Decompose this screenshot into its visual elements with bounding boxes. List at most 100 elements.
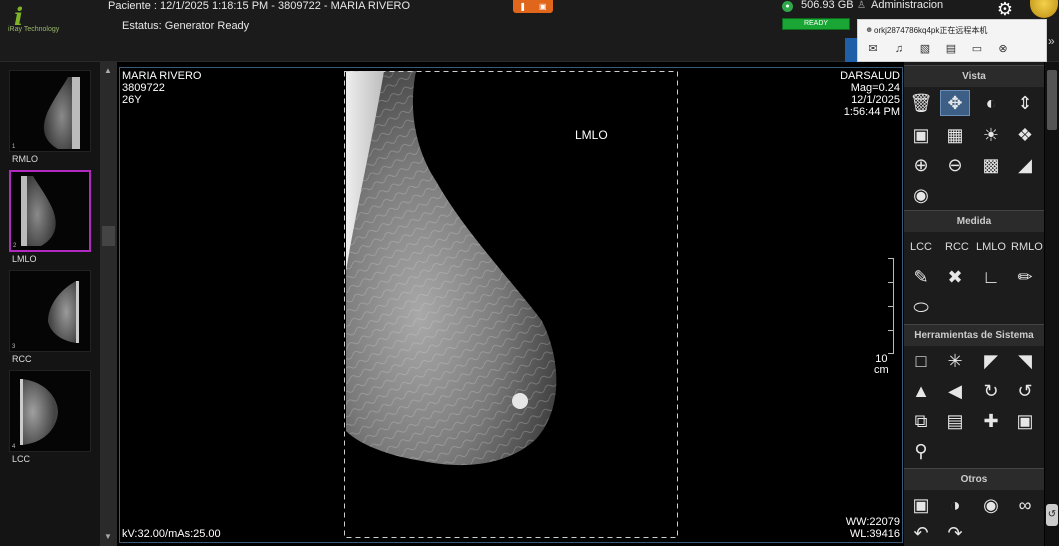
view-label: LMLO [575,128,608,142]
logo-subtitle: iRay Technology [8,26,60,33]
brightness-icon[interactable]: ☀ [976,122,1006,148]
link-icon[interactable]: ∞ [1010,492,1040,518]
gear-icon[interactable]: ⚙ [990,0,1020,18]
mic-icon[interactable]: ♫ [891,42,907,56]
close-icon[interactable]: ⊗ [995,42,1011,56]
flip-horizontal-icon[interactable]: ◤ [976,348,1006,374]
flip-vertical-icon[interactable]: ◥ [1010,348,1040,374]
thumbnail-lcc[interactable]: 4 [9,370,91,452]
crosshair-icon[interactable]: ✚ [976,408,1006,434]
trash-icon[interactable]: 🗑 [906,90,936,116]
tool-scrollbar[interactable]: ↺ [1045,62,1059,546]
side-tab-icon[interactable]: ↺ [1046,504,1058,526]
scroll-up-icon[interactable]: ▲ [104,66,112,75]
overlay-date: 12/1/2025 [851,94,900,106]
document-icon[interactable]: ▤ [940,408,970,434]
thumbnail-scrollbar[interactable]: ▲ ▼ [100,62,117,546]
scrollbar-thumb[interactable] [1047,70,1057,130]
exposure-overlay: kV:32.00/mAs:25.00 [122,528,221,540]
disk-status-icon: ● [782,1,793,12]
measure-view-rcc[interactable]: RCC [945,241,969,253]
angle-icon[interactable]: ∟ [976,264,1006,290]
thumbnail-lmlo[interactable]: 2 [9,170,91,252]
thumbnail-label: LCC [12,454,31,464]
overlay-institution: DARSALUD [840,70,900,82]
crop-icon[interactable]: □ [906,348,936,374]
zoom-out-icon[interactable]: ⊖ [940,152,970,178]
contrast-icon[interactable]: ◐ [976,90,1006,116]
full-view-icon[interactable]: ▩ [976,152,1006,178]
remote-session-title: orkj2874786kq4pk正在远程本机 [874,26,988,35]
expand-icon[interactable]: » [1048,34,1055,48]
ready-badge: READY [782,18,850,30]
text-icon[interactable]: ▤ [943,42,959,56]
study-overlay: DARSALUD Mag=0.24 12/1/2025 1:56:44 PM [840,70,900,118]
scale-unit: cm [874,364,889,376]
copy-icon[interactable]: ⧉ [906,408,936,434]
overlay-time: 1:56:44 PM [843,106,900,118]
pencil-icon[interactable]: ✎ [906,264,936,290]
tool-panel: Vista 🗑 ✥ ◐ ⇕ ▣ ▦ ☀ ❖ ⊕ ⊖ ▩ ◢ ◉ Medida L… [904,62,1044,546]
loop-icon[interactable]: ↷ [940,520,970,546]
disk-free-space: 506.93 GB [801,0,854,11]
screen-share-icon[interactable]: ▧ [917,42,933,56]
window-icon[interactable]: ◢ [1010,152,1040,178]
scroll-down-icon[interactable]: ▼ [104,532,112,541]
zoom-in-icon[interactable]: ⊕ [906,152,936,178]
curve-icon[interactable]: ▦ [940,122,970,148]
drop-icon[interactable]: ◉ [976,492,1006,518]
thumbnail-number: 2 [13,243,17,249]
capture-icon[interactable]: ▣ [906,492,936,518]
user-name: Administracion [871,0,944,11]
thumbnail-rmlo[interactable]: 1 [9,70,91,152]
fit-screen-icon[interactable]: ❖ [1010,122,1040,148]
rotate-icon[interactable]: ↻ [976,378,1006,404]
measure-view-lmlo[interactable]: LMLO [976,241,1006,253]
overlay-window-level: WL:39416 [849,528,900,540]
remote-control-tab[interactable]: ❚ ▣ [513,0,553,13]
patient-overlay: MARIA RIVERO 3809722 26Y [122,70,201,106]
thumbnail-image [21,176,56,246]
ruler-icon[interactable]: ✏ [1010,264,1040,290]
thumbnail-label: RMLO [12,154,39,164]
stop-icon[interactable]: ▣ [539,2,547,11]
remote-session-popup: ☻ orkj2874786kq4pk正在远程本机 ✉ ♫ ▧ ▤ ▭ ⊗ [857,19,1047,62]
image-viewer[interactable]: MARIA RIVERO 3809722 26Y DARSALUD Mag=0.… [119,67,903,543]
ellipse-icon[interactable]: ⬭ [906,294,936,320]
vertical-arrows-icon[interactable]: ⇕ [1010,90,1040,116]
pause-icon[interactable]: ❚ [519,2,526,11]
overlay-magnification: Mag=0.24 [850,82,900,94]
folder-icon[interactable]: ▭ [969,42,985,56]
delete-icon[interactable]: ✖ [940,264,970,290]
curve-arrow-icon[interactable]: ↶ [906,520,936,546]
frame-icon[interactable]: ▣ [906,122,936,148]
rotate-right-icon[interactable]: ↺ [1010,378,1040,404]
mirror-icon[interactable]: ▲ [906,378,936,404]
thumbnail-number: 3 [12,344,16,350]
patient-info: Paciente : 12/1/2025 1:18:15 PM - 380972… [108,0,411,12]
window-level-overlay: WW:22079 WL:39416 [846,516,900,540]
overlay-patient-name: MARIA RIVERO [122,70,202,82]
section-medida: Medida [904,210,1044,232]
scrollbar-thumb[interactable] [102,226,115,246]
magnifier-icon[interactable]: ▣ [1010,408,1040,434]
section-herramientas: Herramientas de Sistema [904,324,1044,346]
eye-icon[interactable]: ◉ [906,182,936,208]
chat-icon[interactable]: ✉ [865,42,881,56]
thumbnail-panel: 1 RMLO 2 LMLO 3 RCC 4 LCC [0,62,100,546]
sparkle-icon[interactable]: ✳ [940,348,970,374]
measure-view-lcc[interactable]: LCC [910,241,932,253]
lamp-icon[interactable] [1030,0,1058,18]
overlay-window-width: WW:22079 [845,516,900,528]
thumbnail-number: 4 [12,444,16,450]
overlay-patient-age: 26Y [122,94,142,106]
mammogram-image [344,71,678,538]
pan-icon[interactable]: ✥ [940,90,970,116]
split-circle-icon[interactable]: ◑ [940,492,970,518]
section-vista: Vista [904,65,1044,87]
measure-view-rmlo[interactable]: RMLO [1011,241,1043,253]
remote-side-tab[interactable] [845,38,857,62]
search-box-icon[interactable]: ⚲ [906,438,936,464]
rotate-left-icon[interactable]: ◀ [940,378,970,404]
thumbnail-rcc[interactable]: 3 [9,270,91,352]
